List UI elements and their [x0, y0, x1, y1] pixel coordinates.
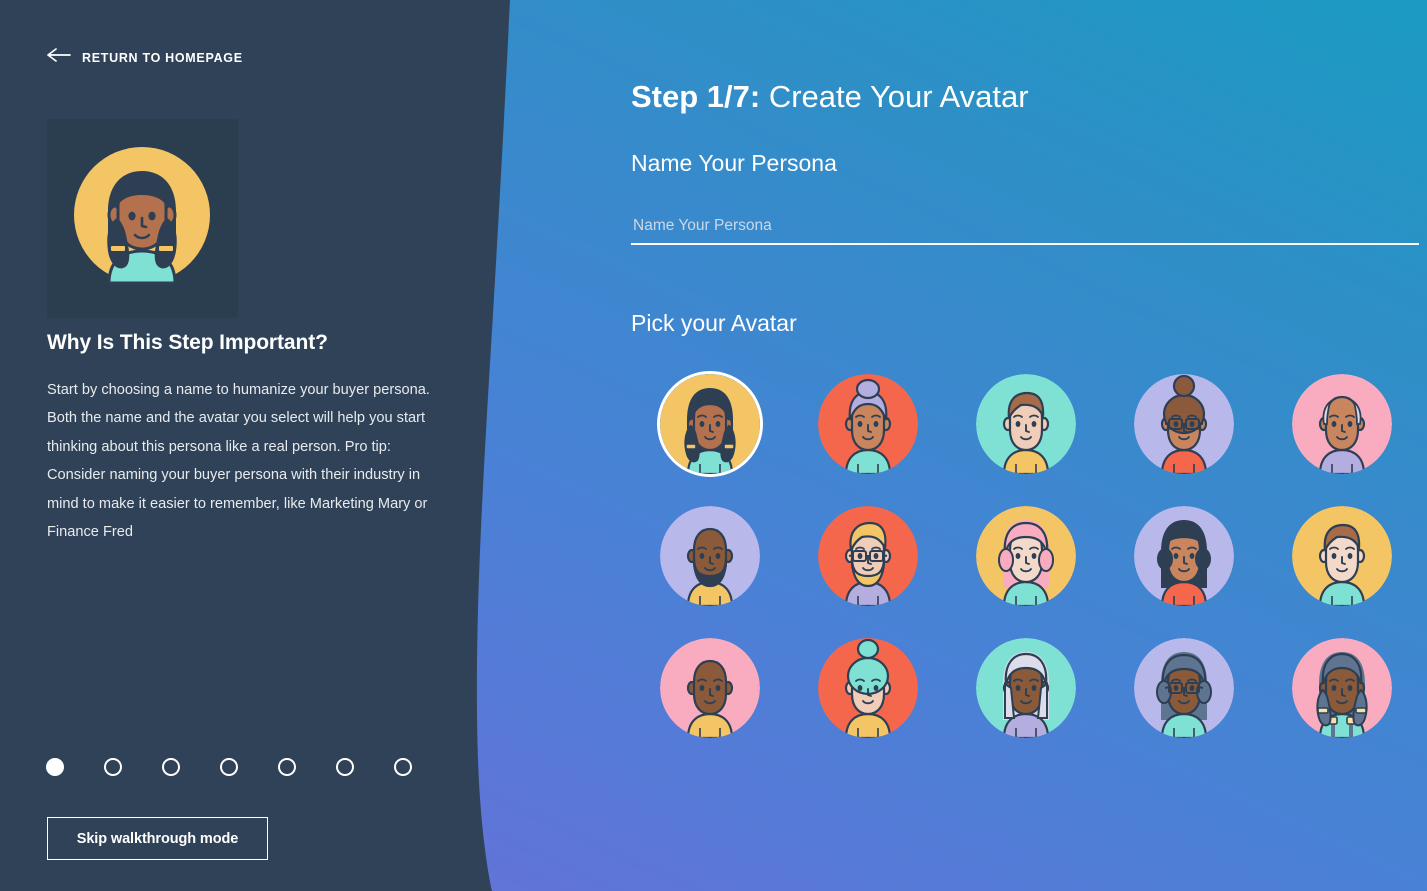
avatar-icon: [815, 503, 921, 609]
progress-dot-4[interactable]: [220, 758, 238, 776]
pick-avatar-label: Pick your Avatar: [631, 310, 797, 336]
main-panel: Step 1/7: Create Your Avatar Name Your P…: [631, 0, 1427, 891]
avatar-afro-bun-glasses-periwinkle[interactable]: [1105, 358, 1263, 490]
avatar-blue-braids-overalls-pink[interactable]: [1263, 622, 1421, 754]
avatar-icon: [1289, 503, 1395, 609]
avatar-icon: [1131, 635, 1237, 741]
avatar-swoop-brown-mint[interactable]: [947, 358, 1105, 490]
avatar-icon: [657, 635, 763, 741]
sidebar-heading: Why Is This Step Important?: [47, 331, 328, 354]
name-field-label: Name Your Persona: [631, 150, 837, 176]
onboarding-screen: RETURN TO HOMEPAGE Why Is This Step Impo…: [0, 0, 1427, 891]
page-title: Step 1/7: Create Your Avatar: [631, 79, 1029, 115]
skip-walkthrough-button[interactable]: Skip walkthrough mode: [47, 817, 268, 860]
avatar-icon: [1289, 635, 1395, 741]
avatar-preview: [47, 119, 238, 318]
progress-dot-5[interactable]: [278, 758, 296, 776]
progress-dot-6[interactable]: [336, 758, 354, 776]
progress-dots: [46, 758, 412, 776]
avatar-icon: [1131, 371, 1237, 477]
avatar-icon: [657, 371, 763, 477]
avatar-brown-swoop-yellow[interactable]: [1263, 490, 1421, 622]
sidebar: RETURN TO HOMEPAGE Why Is This Step Impo…: [0, 0, 490, 891]
avatar-icon: [815, 635, 921, 741]
step-counter: Step 1/7:: [631, 79, 761, 114]
avatar-white-long-hair-mint[interactable]: [947, 622, 1105, 754]
avatar-icon: [973, 371, 1079, 477]
persona-name-input[interactable]: [631, 215, 1419, 245]
avatar-grid: [631, 358, 1421, 754]
progress-dot-1[interactable]: [46, 758, 64, 776]
avatar-mint-curly-bun-orange[interactable]: [789, 622, 947, 754]
avatar-icon: [1289, 371, 1395, 477]
avatar-blond-beard-glasses-orange[interactable]: [789, 490, 947, 622]
avatar-icon: [973, 503, 1079, 609]
sidebar-body-text: Start by choosing a name to humanize you…: [47, 382, 430, 541]
avatar-braids-tan-yellow[interactable]: [631, 358, 789, 490]
avatar-dark-curls-periwinkle[interactable]: [1105, 490, 1263, 622]
avatar-pink-bob-yellow[interactable]: [947, 490, 1105, 622]
avatar-bald-grey-pink[interactable]: [1263, 358, 1421, 490]
avatar-bald-beard-periwinkle[interactable]: [631, 490, 789, 622]
avatar-icon: [815, 371, 921, 477]
progress-dot-3[interactable]: [162, 758, 180, 776]
progress-dot-2[interactable]: [104, 758, 122, 776]
return-to-homepage-label: RETURN TO HOMEPAGE: [82, 50, 243, 65]
step-name: Create Your Avatar: [768, 79, 1029, 114]
avatar-icon: [1131, 503, 1237, 609]
avatar-icon: [657, 503, 763, 609]
avatar-bun-lavender-orange[interactable]: [789, 358, 947, 490]
avatar-bald-dark-pink[interactable]: [631, 622, 789, 754]
progress-dot-7[interactable]: [394, 758, 412, 776]
return-to-homepage-link[interactable]: RETURN TO HOMEPAGE: [47, 48, 243, 67]
avatar-icon: [973, 635, 1079, 741]
arrow-left-icon: [47, 48, 71, 67]
avatar-grey-bob-glasses-periwinkle[interactable]: [1105, 622, 1263, 754]
